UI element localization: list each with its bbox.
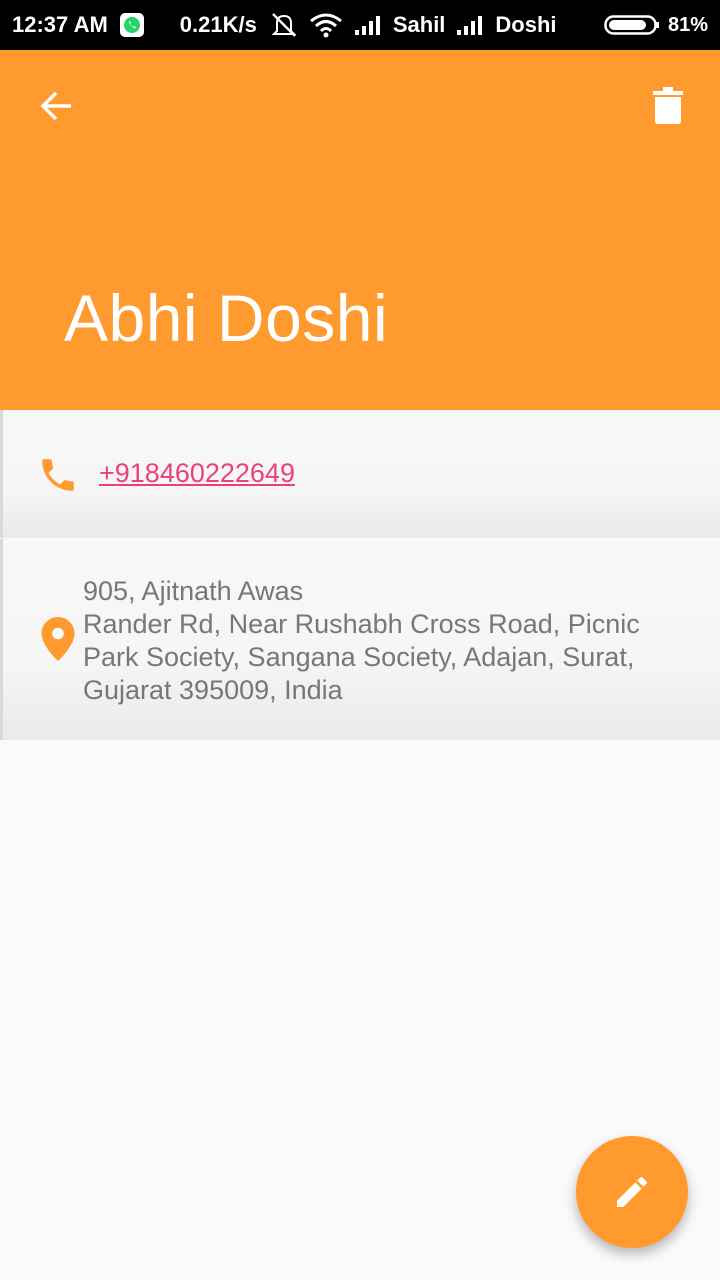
phone-row[interactable]: +918460222649 bbox=[0, 410, 720, 538]
whatsapp-icon bbox=[119, 13, 144, 37]
address-text: 905, Ajitnath Awas Rander Rd, Near Rusha… bbox=[83, 576, 640, 705]
contact-header: Abhi Doshi bbox=[0, 50, 720, 410]
location-pin-icon bbox=[41, 617, 75, 661]
status-time: 12:37 AM bbox=[12, 12, 108, 37]
edit-pencil-icon bbox=[617, 1177, 647, 1207]
battery-percent: 81% bbox=[667, 13, 708, 36]
wifi-icon bbox=[309, 12, 343, 38]
status-bar: 12:37 AM 0.21K/s Sahil Doshi 81% bbox=[0, 0, 720, 50]
trash-icon bbox=[653, 87, 683, 124]
signal-icon bbox=[455, 14, 485, 36]
edit-button[interactable] bbox=[576, 1136, 688, 1248]
phone-number-link[interactable]: +918460222649 bbox=[99, 458, 295, 489]
arrow-back-icon bbox=[40, 91, 71, 121]
battery-icon bbox=[604, 15, 659, 35]
status-carrier-1: Sahil bbox=[392, 12, 446, 37]
back-button[interactable] bbox=[28, 78, 84, 134]
status-carrier-2: Doshi bbox=[495, 12, 557, 37]
signal-icon bbox=[353, 14, 383, 36]
contact-name: Abhi Doshi bbox=[64, 281, 389, 355]
delete-button[interactable] bbox=[640, 78, 696, 134]
status-network-speed: 0.21K/s bbox=[179, 12, 257, 37]
alarm-off-icon bbox=[269, 11, 299, 39]
battery-indicator: 81% bbox=[604, 14, 708, 37]
phone-icon bbox=[42, 459, 74, 491]
address-row[interactable]: 905, Ajitnath Awas Rander Rd, Near Rusha… bbox=[0, 539, 720, 740]
